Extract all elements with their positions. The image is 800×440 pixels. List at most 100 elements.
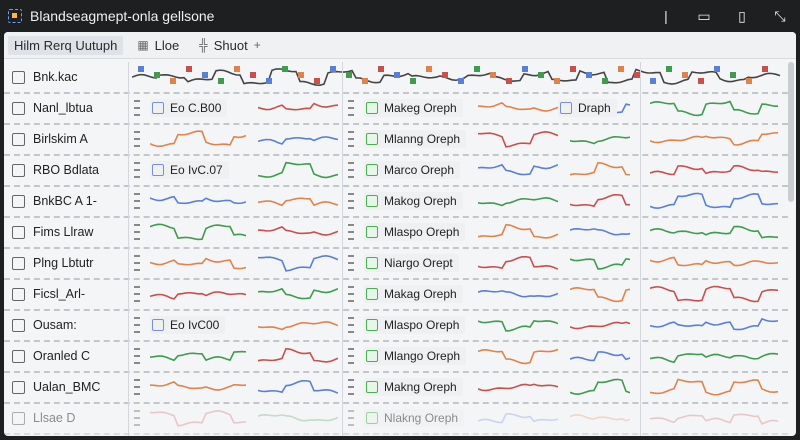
row-type-icon (12, 256, 25, 270)
table-row[interactable]: Ualan_BMC Makng Oreph (4, 372, 788, 404)
event-marker (298, 72, 304, 78)
sparkline (258, 102, 338, 111)
phone-icon[interactable]: ▯ (734, 8, 750, 24)
graph-chip[interactable]: Draph (558, 99, 617, 117)
drag-handle-icon[interactable] (134, 348, 140, 364)
sparkline (570, 413, 630, 422)
graph-box-icon (152, 164, 164, 176)
toolbar-item-shuot[interactable]: ╬ Shuot + (193, 36, 267, 55)
graph-chip[interactable]: Nlakng Oreph (364, 409, 465, 427)
vertical-scrollbar[interactable] (788, 62, 794, 202)
plus-icon[interactable]: + (254, 38, 261, 52)
event-marker (410, 78, 416, 84)
event-marker (202, 72, 208, 78)
graph-check-icon (366, 102, 378, 114)
drag-handle-icon[interactable] (134, 224, 140, 240)
drag-handle-icon[interactable] (134, 379, 140, 395)
sparkline (650, 378, 779, 396)
monitor-icon[interactable]: ▭ (696, 8, 712, 24)
sparkline (150, 410, 246, 427)
drag-handle-icon[interactable] (348, 193, 354, 209)
graph-chip-label: Draph (578, 101, 611, 115)
column-separator (342, 62, 343, 436)
graph-chip-label: Mlango Oreph (384, 349, 461, 363)
drag-handle-icon[interactable] (134, 162, 140, 178)
drag-handle-icon[interactable] (348, 410, 354, 426)
row-label: BnkBC A 1- (4, 194, 124, 208)
table-row[interactable]: Bnk.kac (4, 62, 788, 94)
drag-handle-icon[interactable] (134, 317, 140, 333)
table-row[interactable]: Ousam: Eo IvC00 Mlaspo Oreph (4, 310, 788, 342)
table-row[interactable]: Birlskim A Mlanng Oreph (4, 124, 788, 156)
table-row[interactable]: Ficsl_Arl- Makag Oreph (4, 279, 788, 311)
close-icon[interactable]: ⤡ (772, 8, 788, 24)
drag-handle-icon[interactable] (348, 224, 354, 240)
graph-chip[interactable]: Makag Oreph (364, 285, 463, 303)
graph-check-icon (366, 133, 378, 145)
sparkline (478, 101, 558, 112)
table-row[interactable]: RBO Bdlata Eo IvC.07 Marco Oreph (4, 155, 788, 187)
row-label-text: RBO Bdlata (33, 163, 100, 177)
sparkline (150, 291, 246, 300)
graph-chip[interactable]: Eo IvC00 (150, 316, 226, 334)
toolbar-item-main-label: Hilm Rerq Uutuph (14, 37, 118, 53)
drag-handle-icon[interactable] (134, 255, 140, 271)
graph-chip[interactable]: Mlaspo Oreph (364, 223, 466, 241)
table-row[interactable]: Oranled C Mlango Oreph (4, 341, 788, 373)
graph-chip[interactable]: Niargo Orept (364, 254, 459, 272)
sparkline (478, 319, 558, 332)
row-label: Oranled C (4, 349, 124, 363)
drag-handle-icon[interactable] (348, 162, 354, 178)
toolbar-item-main[interactable]: Hilm Rerq Uutuph (8, 35, 124, 55)
graph-chip[interactable]: Eo C.B00 (150, 99, 228, 117)
drag-handle-icon[interactable] (348, 286, 354, 302)
sparkline (478, 413, 558, 424)
table-row[interactable]: BnkBC A 1- Makog Oreph (4, 186, 788, 218)
drag-handle-icon[interactable] (348, 348, 354, 364)
graph-check-icon (366, 381, 378, 393)
drag-handle-icon[interactable] (134, 193, 140, 209)
drag-handle-icon[interactable] (134, 286, 140, 302)
sparkline (478, 197, 558, 207)
graph-chip[interactable]: Makeg Oreph (364, 99, 463, 117)
app-logo-icon (8, 9, 22, 23)
row-label: Ousam: (4, 318, 124, 332)
drag-handle-icon[interactable] (134, 100, 140, 116)
table-row[interactable]: Plng Lbtutr Niargo Orept (4, 248, 788, 280)
graph-chip[interactable]: Makng Oreph (364, 378, 463, 396)
graph-box-icon (152, 102, 164, 114)
drag-handle-icon[interactable] (348, 131, 354, 147)
sparkline (650, 131, 779, 146)
row-label-text: Bnk.kac (33, 70, 78, 84)
table-row[interactable]: Fims Llraw Mlaspo Oreph (4, 217, 788, 249)
event-marker (506, 78, 512, 84)
table-row[interactable]: Llsae D Nlakng Oreph (4, 403, 788, 435)
event-marker (362, 78, 368, 84)
drag-handle-icon[interactable] (348, 255, 354, 271)
column-icon: ╬ (199, 38, 208, 52)
drag-handle-icon[interactable] (134, 131, 140, 147)
drag-handle-icon[interactable] (348, 379, 354, 395)
event-marker (490, 72, 496, 78)
toolbar-item-lloe[interactable]: ▦ Lloe (131, 36, 185, 55)
drag-handle-icon[interactable] (348, 317, 354, 333)
row-label: Llsae D (4, 411, 124, 425)
graph-chip[interactable]: Mlango Oreph (364, 347, 467, 365)
row-type-icon (12, 132, 25, 146)
row-label-text: Birlskim A (33, 132, 88, 146)
row-type-icon (12, 411, 25, 425)
sparkline (650, 256, 779, 267)
row-label-text: Fims Llraw (33, 225, 94, 239)
graph-chip[interactable]: Mlaspo Oreph (364, 316, 466, 334)
table-row[interactable]: Nanl_lbtua Eo C.B00 Makeg Oreph Draph (4, 93, 788, 125)
graph-chip[interactable]: Makog Oreph (364, 192, 463, 210)
sparkline (478, 383, 558, 392)
drag-handle-icon[interactable] (348, 100, 354, 116)
graph-chip[interactable]: Eo IvC.07 (150, 161, 229, 179)
sparkline (650, 413, 779, 425)
graph-chip-label: Eo IvC.07 (170, 163, 223, 177)
sparkline (258, 287, 338, 300)
graph-chip[interactable]: Mlanng Oreph (364, 130, 467, 148)
graph-chip[interactable]: Marco Oreph (364, 161, 461, 179)
drag-handle-icon[interactable] (134, 410, 140, 426)
